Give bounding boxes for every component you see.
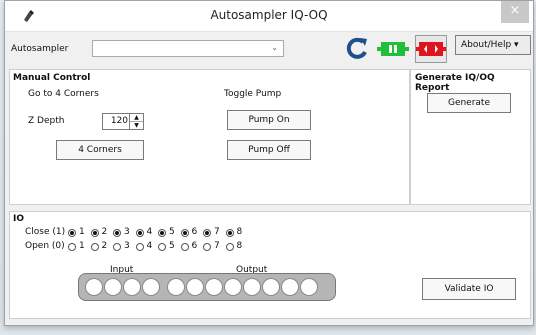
close-radio-5[interactable]	[158, 229, 166, 237]
about-help-button[interactable]: About/Help ▾	[455, 35, 531, 55]
pump-heading: Toggle Pump	[224, 89, 282, 99]
open-radio-label: 5	[169, 241, 175, 251]
close-radio-7[interactable]	[203, 229, 211, 237]
open-radio-2[interactable]	[90, 243, 99, 251]
input-led-3	[123, 278, 141, 296]
close-row-label: Close (1)	[25, 227, 66, 237]
input-led-1	[85, 278, 103, 296]
app-window: Autosampler IQ-OQ × Autosampler ⌄ About/…	[4, 0, 534, 326]
open-radio-7[interactable]	[203, 243, 211, 251]
close-radio-label: 3	[124, 227, 130, 237]
output-led-1	[167, 278, 185, 296]
chevron-down-icon: ⌄	[271, 43, 278, 52]
validate-io-button[interactable]: Validate IO	[422, 278, 516, 300]
refresh-button[interactable]	[341, 35, 373, 63]
output-led-8	[300, 278, 318, 296]
close-radio-8[interactable]	[225, 229, 234, 237]
close-radio-label: 1	[79, 227, 85, 237]
close-radio-6[interactable]	[180, 229, 189, 237]
close-radio-label: 2	[101, 227, 108, 237]
output-led-2	[186, 278, 204, 296]
close-radio-3[interactable]	[113, 229, 121, 237]
stepper-down-icon[interactable]: ▼	[130, 122, 143, 129]
disconnect-button[interactable]	[415, 35, 447, 63]
close-radio-label: 8	[236, 227, 243, 237]
close-radio-4[interactable]	[135, 229, 144, 237]
report-panel: Generate IQ/OQ Report Generate	[410, 69, 531, 205]
open-radio-1[interactable]	[68, 243, 76, 251]
pump-on-button[interactable]: Pump On	[227, 110, 311, 130]
connect-button[interactable]	[377, 35, 409, 63]
close-radio-label: 5	[169, 227, 175, 237]
open-radio-label: 6	[191, 241, 198, 251]
output-led-5	[243, 278, 261, 296]
z-depth-stepper[interactable]: 120 ▲ ▼	[102, 113, 144, 130]
autosampler-label: Autosampler	[11, 44, 69, 54]
plug-disconnect-icon	[416, 42, 446, 56]
input-led-4	[142, 278, 160, 296]
pump-off-button[interactable]: Pump Off	[227, 140, 311, 160]
io-indicator-strip	[78, 273, 336, 301]
four-corners-button[interactable]: 4 Corners	[56, 140, 144, 160]
close-radio-label: 4	[146, 227, 153, 237]
open-radio-label: 2	[101, 241, 108, 251]
close-button[interactable]: ×	[501, 1, 529, 23]
window-title: Autosampler IQ-OQ	[210, 8, 328, 22]
close-radio-2[interactable]	[90, 229, 99, 237]
report-title: Generate IQ/OQ Report	[415, 73, 495, 93]
close-radio-label: 7	[214, 227, 220, 237]
open-row-label: Open (0)	[25, 241, 65, 251]
open-radio-5[interactable]	[158, 243, 166, 251]
z-depth-label: Z Depth	[28, 116, 65, 126]
open-radio-label: 3	[124, 241, 130, 251]
stepper-up-icon[interactable]: ▲	[130, 114, 143, 122]
manual-control-panel: Manual Control Go to 4 Corners Toggle Pu…	[9, 69, 410, 205]
autosampler-select[interactable]: ⌄	[92, 40, 284, 57]
manual-control-title: Manual Control	[13, 73, 91, 83]
io-panel: IO Close (1) Open (0) 1234567812345678 I…	[9, 211, 531, 319]
corners-heading: Go to 4 Corners	[28, 89, 99, 99]
z-depth-value: 120	[110, 116, 128, 126]
generate-button[interactable]: Generate	[427, 93, 511, 113]
plug-connect-icon	[377, 42, 409, 56]
close-radio-1[interactable]	[68, 229, 76, 237]
output-led-6	[262, 278, 280, 296]
open-radio-label: 7	[214, 241, 220, 251]
open-radio-8[interactable]	[225, 243, 234, 251]
close-radio-label: 6	[191, 227, 198, 237]
open-radio-3[interactable]	[113, 243, 121, 251]
title-bar: Autosampler IQ-OQ ×	[5, 1, 533, 32]
input-led-2	[104, 278, 122, 296]
io-title: IO	[13, 214, 24, 224]
output-led-3	[205, 278, 223, 296]
output-led-7	[281, 278, 299, 296]
open-radio-6[interactable]	[180, 243, 189, 251]
toolbar: Autosampler ⌄ About/Help ▾	[5, 32, 533, 66]
refresh-icon	[346, 37, 367, 59]
open-radio-label: 8	[236, 241, 243, 251]
open-radio-label: 4	[146, 241, 153, 251]
open-radio-4[interactable]	[135, 243, 144, 251]
stepper-arrows: ▲ ▼	[129, 114, 143, 129]
output-led-4	[224, 278, 242, 296]
open-radio-label: 1	[79, 241, 85, 251]
